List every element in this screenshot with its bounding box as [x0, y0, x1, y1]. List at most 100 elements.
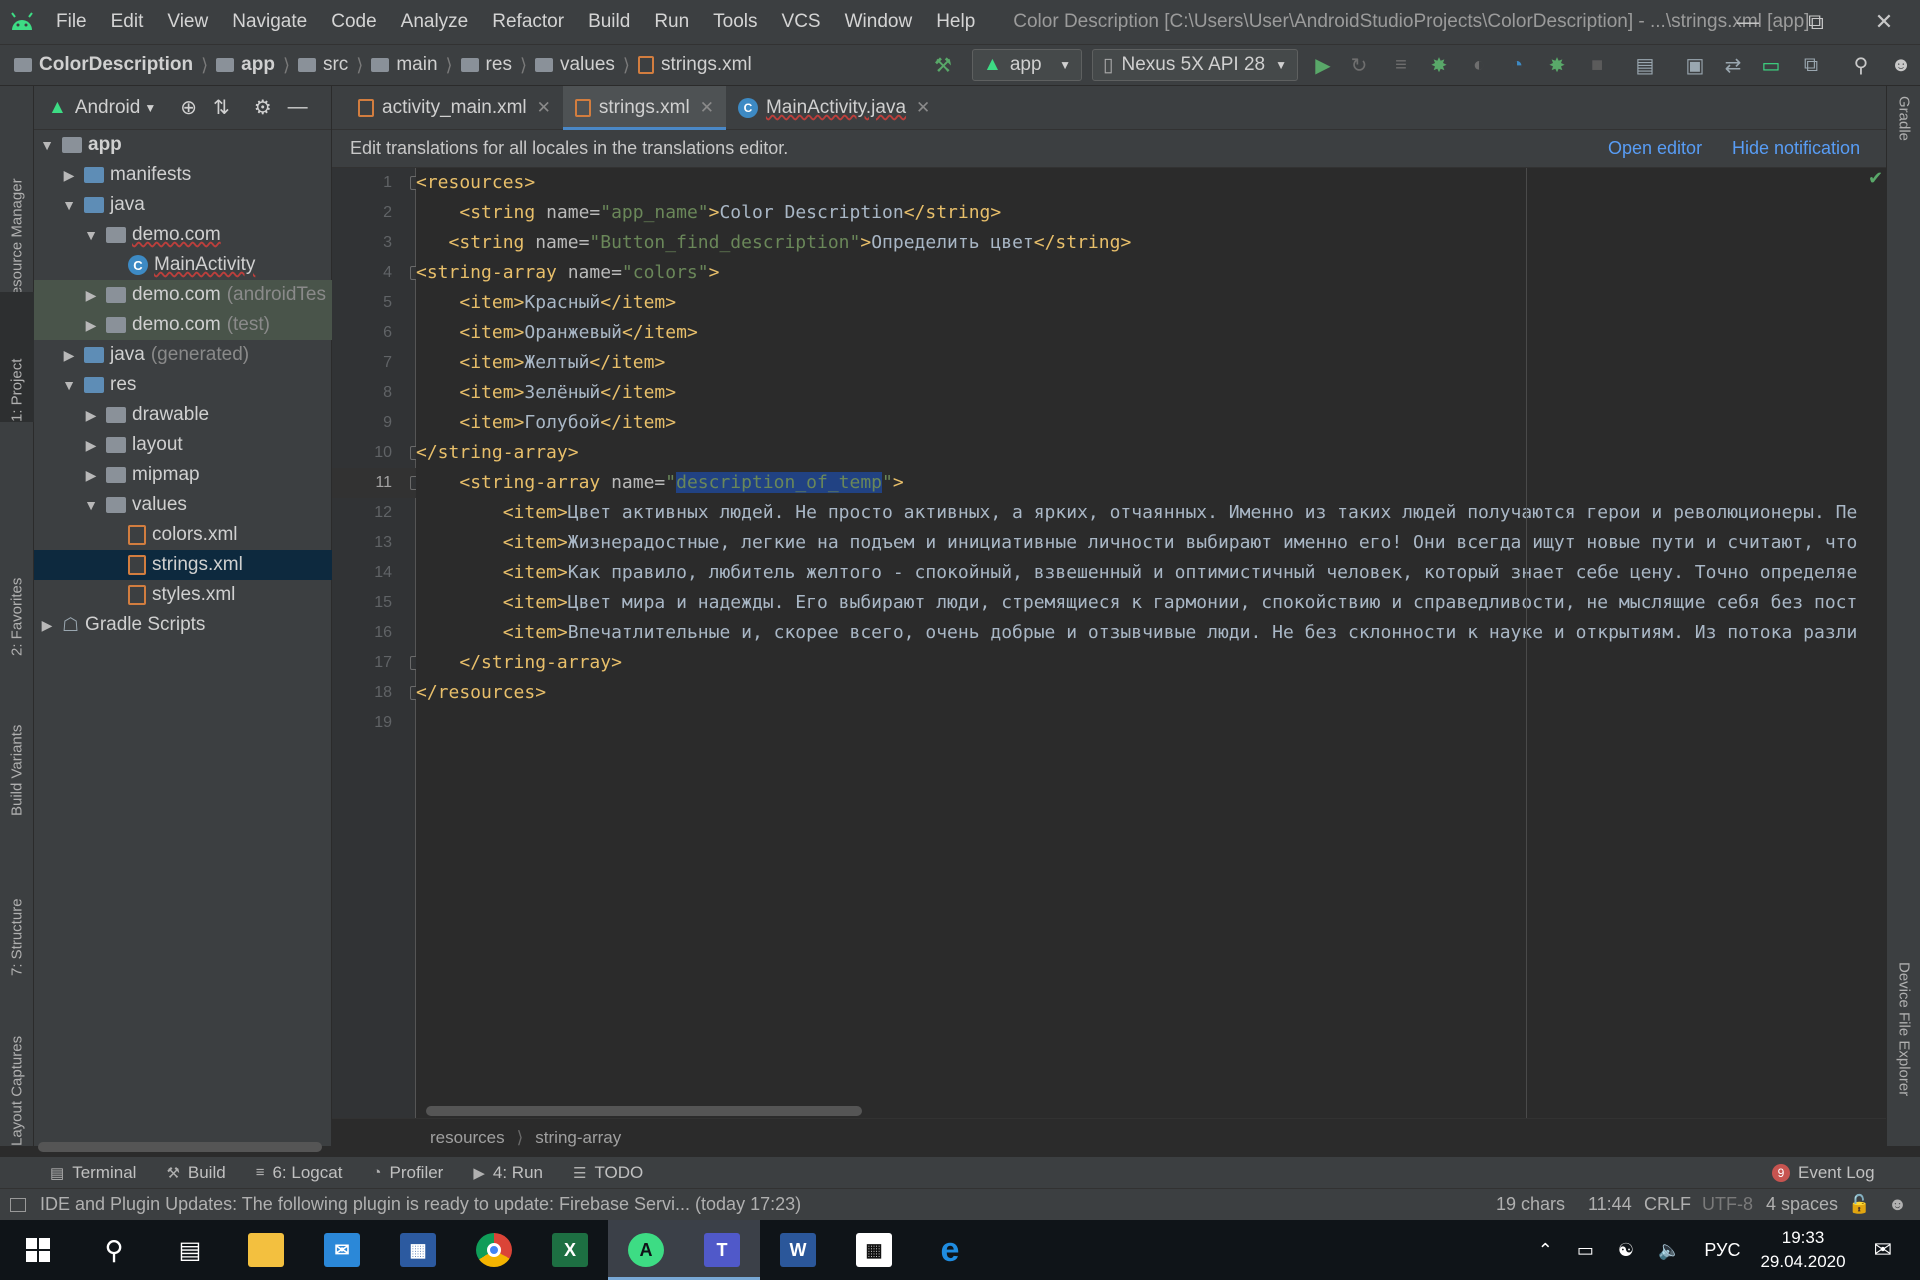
tool-tab-resource-manager[interactable]: Resource Manager	[0, 116, 34, 306]
tree-node-java-generated[interactable]: ▶ java (generated)	[34, 340, 332, 370]
breadcrumb-src[interactable]: src ⟩	[297, 54, 371, 76]
search-icon[interactable]: ⚲	[76, 1220, 152, 1280]
debug-bug-icon[interactable]: ✸	[1424, 50, 1454, 80]
tool-tab-layout-captures[interactable]: Layout Captures	[0, 996, 34, 1146]
excel-icon[interactable]: X	[532, 1220, 608, 1280]
tab-mainactivity-java[interactable]: C MainActivity.java ✕	[726, 86, 942, 130]
mail-icon[interactable]: ✉	[304, 1220, 380, 1280]
run-icon[interactable]: ▶	[1308, 50, 1338, 80]
breadcrumb-values[interactable]: values ⟩	[534, 54, 638, 76]
tree-node-styles-xml[interactable]: styles.xml	[34, 580, 332, 610]
tree-node-values[interactable]: ▼ values	[34, 490, 332, 520]
clock[interactable]: 19:33 29.04.2020	[1760, 1226, 1845, 1274]
coverage-icon[interactable]: ◐	[1464, 50, 1494, 80]
attach-debugger-icon[interactable]: ✸	[1542, 50, 1572, 80]
project-structure-icon[interactable]: ▤	[1630, 50, 1660, 80]
status-caret-position[interactable]: 11:44	[1588, 1194, 1632, 1215]
minimize-button[interactable]: —	[1714, 0, 1782, 44]
tool-tab-favorites[interactable]: 2: Favorites	[0, 526, 34, 656]
menu-view[interactable]: View	[155, 0, 220, 44]
tab-strings-xml[interactable]: strings.xml ✕	[562, 86, 727, 130]
close-tab-icon[interactable]: ✕	[700, 98, 714, 118]
tree-node-drawable[interactable]: ▶ drawable	[34, 400, 332, 430]
menu-analyze[interactable]: Analyze	[389, 0, 481, 44]
tool-todo[interactable]: ☰ TODO	[573, 1163, 643, 1183]
chrome-icon[interactable]	[456, 1220, 532, 1280]
editor-breadcrumb-string-array[interactable]: string-array	[535, 1128, 621, 1148]
tool-run[interactable]: ▶ 4: Run	[473, 1163, 543, 1183]
close-window-button[interactable]: ✕	[1850, 0, 1918, 44]
word-icon[interactable]: W	[760, 1220, 836, 1280]
project-view-select[interactable]: Android	[75, 97, 141, 119]
event-log[interactable]: 9 Event Log	[1772, 1163, 1875, 1183]
teams-icon[interactable]: T	[684, 1220, 760, 1280]
menu-window[interactable]: Window	[833, 0, 925, 44]
collapse-all-icon[interactable]: ⇅	[213, 95, 230, 120]
action-center-icon[interactable]: ✉	[1874, 1237, 1892, 1263]
run-config-select[interactable]: ▲ app ▼	[972, 49, 1082, 81]
breadcrumb-project[interactable]: ColorDescription ⟩	[14, 54, 216, 76]
network-icon[interactable]: ☯	[1618, 1240, 1634, 1261]
windows-start-icon[interactable]	[0, 1220, 76, 1280]
menu-edit[interactable]: Edit	[99, 0, 156, 44]
tab-activity-main-xml[interactable]: activity_main.xml ✕	[346, 86, 563, 130]
tool-tab-device-file-explorer[interactable]: Device File Explorer	[1887, 962, 1920, 1142]
floppy-save-icon[interactable]: ▦	[380, 1220, 456, 1280]
tree-node-colors-xml[interactable]: colors.xml	[34, 520, 332, 550]
avd-manager-icon[interactable]: ▣	[1680, 50, 1710, 80]
android-studio-icon[interactable]: A	[608, 1220, 684, 1280]
menu-help[interactable]: Help	[924, 0, 987, 44]
tool-build[interactable]: ⚒ Build	[166, 1163, 225, 1183]
sync-gradle-icon[interactable]: ⇄	[1718, 50, 1748, 80]
tree-node-mainactivity[interactable]: C MainActivity	[34, 250, 332, 280]
breadcrumb-file[interactable]: strings.xml	[637, 54, 752, 76]
menu-file[interactable]: File	[44, 0, 99, 44]
menu-run[interactable]: Run	[642, 0, 701, 44]
menu-build[interactable]: Build	[576, 0, 642, 44]
tree-node-package-test[interactable]: ▶ demo.com (test)	[34, 310, 332, 340]
horizontal-scrollbar[interactable]	[38, 1142, 322, 1152]
status-indent[interactable]: 4 spaces	[1766, 1194, 1838, 1215]
inspector-face-icon[interactable]: ☻	[1888, 1194, 1907, 1215]
tree-node-java[interactable]: ▼ java	[34, 190, 332, 220]
menu-tools[interactable]: Tools	[701, 0, 769, 44]
task-view-icon[interactable]: ▤	[152, 1220, 228, 1280]
chevron-down-icon[interactable]: ▼	[144, 101, 156, 115]
tool-tab-build-variants[interactable]: Build Variants	[0, 676, 34, 816]
tool-tab-gradle[interactable]: Gradle	[1887, 96, 1920, 196]
tree-node-strings-xml[interactable]: strings.xml	[34, 550, 332, 580]
tool-terminal[interactable]: ▤ Terminal	[50, 1163, 136, 1183]
tree-node-gradle-scripts[interactable]: ▶ ☖ Gradle Scripts	[34, 610, 332, 640]
lock-icon[interactable]: 🔓	[1848, 1194, 1870, 1215]
tool-profiler[interactable]: ◔ Profiler	[372, 1163, 443, 1183]
battery-icon[interactable]: ▭	[1577, 1240, 1594, 1261]
menu-navigate[interactable]: Navigate	[220, 0, 319, 44]
close-tab-icon[interactable]: ✕	[537, 98, 551, 118]
tree-node-res[interactable]: ▼ res	[34, 370, 332, 400]
make-project-hammer-icon[interactable]: ⚒	[928, 50, 958, 80]
tree-node-manifests[interactable]: ▶ manifests	[34, 160, 332, 190]
input-language[interactable]: РУС	[1704, 1240, 1740, 1261]
close-tab-icon[interactable]: ✕	[916, 98, 930, 118]
tool-tab-project[interactable]: 1: Project	[0, 292, 34, 422]
device-select[interactable]: ▯ Nexus 5X API 28 ▼	[1092, 49, 1298, 81]
apply-code-changes-icon[interactable]: ≡	[1386, 50, 1416, 80]
locate-target-icon[interactable]: ⊕	[180, 95, 197, 120]
edge-icon[interactable]: e	[912, 1220, 988, 1280]
account-icon[interactable]: ☻	[1886, 50, 1916, 80]
restore-button[interactable]: ⧉	[1782, 0, 1850, 44]
sdk-manager-icon[interactable]: ▭	[1756, 50, 1786, 80]
editor-horizontal-scrollbar[interactable]	[426, 1106, 862, 1116]
settings-gear-icon[interactable]: ⚙	[254, 95, 272, 120]
tree-node-app[interactable]: ▼ app	[34, 130, 332, 160]
tool-logcat[interactable]: ≡ 6: Logcat	[256, 1163, 343, 1183]
show-tool-windows-icon[interactable]	[10, 1197, 26, 1212]
menu-code[interactable]: Code	[319, 0, 388, 44]
tree-node-package-androidtest[interactable]: ▶ demo.com (androidTes	[34, 280, 332, 310]
open-editor-link[interactable]: Open editor	[1608, 138, 1702, 159]
hide-notification-link[interactable]: Hide notification	[1732, 138, 1860, 159]
status-message[interactable]: IDE and Plugin Updates: The following pl…	[40, 1194, 801, 1215]
profile-icon[interactable]: ◔	[1502, 50, 1532, 80]
tree-node-layout[interactable]: ▶ layout	[34, 430, 332, 460]
tray-chevron-up-icon[interactable]: ⌃	[1538, 1240, 1553, 1261]
